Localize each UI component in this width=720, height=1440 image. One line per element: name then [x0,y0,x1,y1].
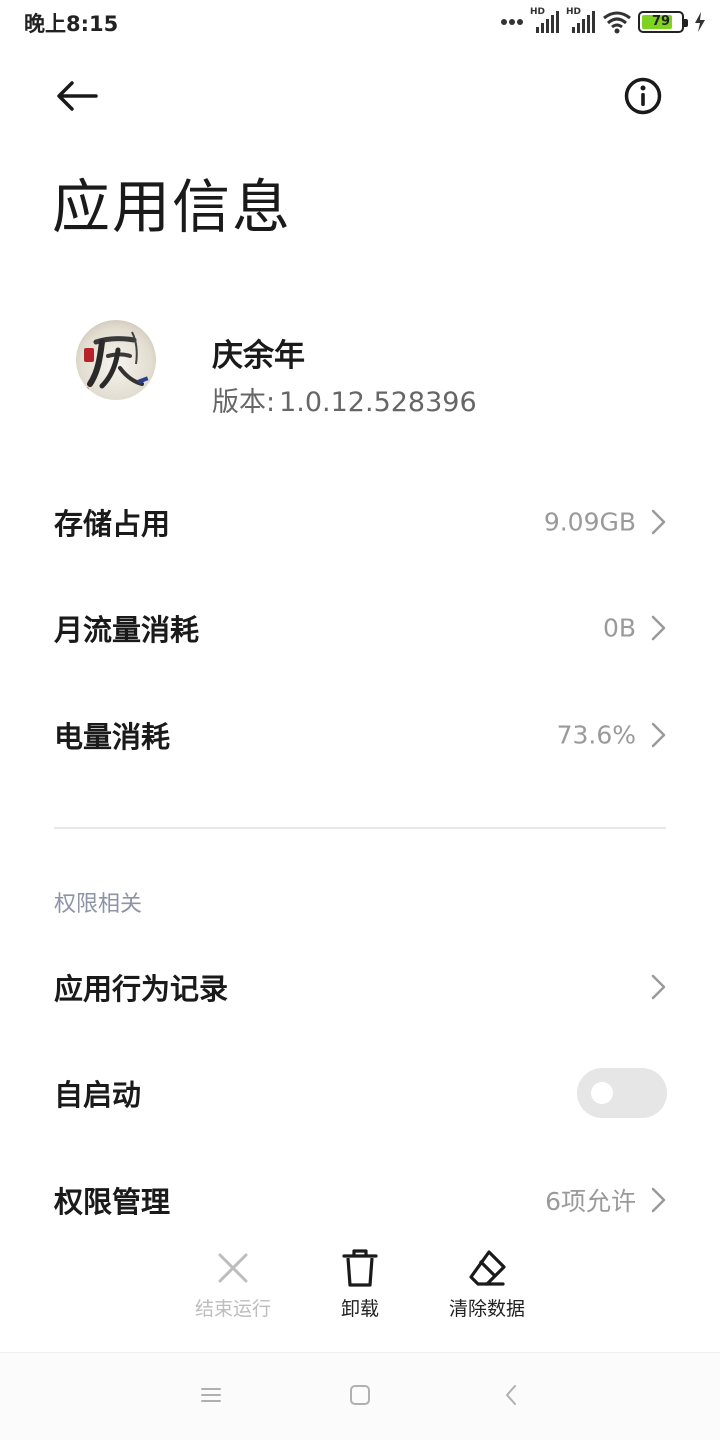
force-stop-label: 结束运行 [194,1298,271,1320]
status-bar: 晚上8:15 HD HD 79 [0,0,720,44]
permission-manage-row[interactable]: 权限管理 6项允许 [0,1150,720,1250]
divider [54,827,666,829]
version-value: 1.0.12.528396 [279,387,477,418]
info-icon [624,77,662,119]
wifi-icon [602,10,632,34]
app-icon [76,320,156,400]
data-usage-label: 月流量消耗 [54,613,200,647]
chevron-right-icon [648,972,668,1002]
permission-manage-label: 权限管理 [54,1185,171,1219]
trash-icon [336,1244,384,1292]
data-usage-value: 0B [602,613,636,643]
app-header: 庆余年 版本: 1.0.12.528396 [52,310,672,420]
eraser-icon [463,1244,511,1292]
menu-icon [200,1386,222,1408]
storage-row[interactable]: 存储占用 9.09GB [0,472,720,572]
section-header-permissions: 权限相关 [54,892,143,917]
version-label: 版本: [212,387,276,418]
nav-bar [0,1352,720,1440]
data-usage-row[interactable]: 月流量消耗 0B [0,578,720,678]
battery-usage-row[interactable]: 电量消耗 73.6% [0,685,720,785]
uninstall-button[interactable]: 卸载 [300,1236,420,1332]
nav-back-button[interactable] [489,1377,533,1417]
charging-icon [694,12,706,32]
status-time: 晚上8:15 [24,12,119,36]
back-icon [503,1383,519,1411]
battery-cap [684,19,688,27]
toggle-knob [591,1082,613,1104]
clear-data-label: 清除数据 [448,1298,525,1320]
battery-level: 79 [651,14,671,29]
page-title: 应用信息 [52,173,293,241]
close-icon [209,1244,257,1292]
uninstall-label: 卸载 [340,1298,379,1320]
app-behavior-label: 应用行为记录 [54,972,229,1006]
menu-button[interactable] [189,1377,233,1417]
autostart-toggle[interactable] [577,1068,667,1118]
info-button[interactable] [610,72,676,124]
chevron-right-icon [648,720,668,750]
app-name: 庆余年 [212,338,305,374]
storage-value: 9.09GB [543,507,636,537]
battery-icon: 79 [638,11,688,33]
status-icons: HD HD 79 [500,7,706,36]
back-button[interactable] [46,72,108,124]
home-icon [349,1384,371,1410]
battery-usage-value: 73.6% [556,720,636,750]
clear-data-button[interactable]: 清除数据 [427,1236,547,1332]
force-stop-button[interactable]: 结束运行 [173,1236,293,1332]
more-dots-icon [500,17,524,27]
autostart-row: 自启动 [0,1043,720,1143]
chevron-right-icon [648,1185,668,1215]
chevron-right-icon [648,507,668,537]
arrow-left-icon [56,80,98,116]
chevron-right-icon [648,613,668,643]
app-version: 版本: 1.0.12.528396 [212,380,477,419]
top-bar [0,60,720,136]
bottom-actions: 结束运行 卸载 清除数据 [0,1236,720,1332]
home-button[interactable] [338,1377,382,1417]
storage-label: 存储占用 [54,507,171,541]
signal-icon: HD [566,7,596,35]
permission-manage-value: 6项允许 [545,1187,636,1216]
app-behavior-row[interactable]: 应用行为记录 [0,937,720,1037]
signal-icon: HD [530,7,560,35]
battery-usage-label: 电量消耗 [54,720,171,754]
autostart-label: 自启动 [54,1078,142,1112]
